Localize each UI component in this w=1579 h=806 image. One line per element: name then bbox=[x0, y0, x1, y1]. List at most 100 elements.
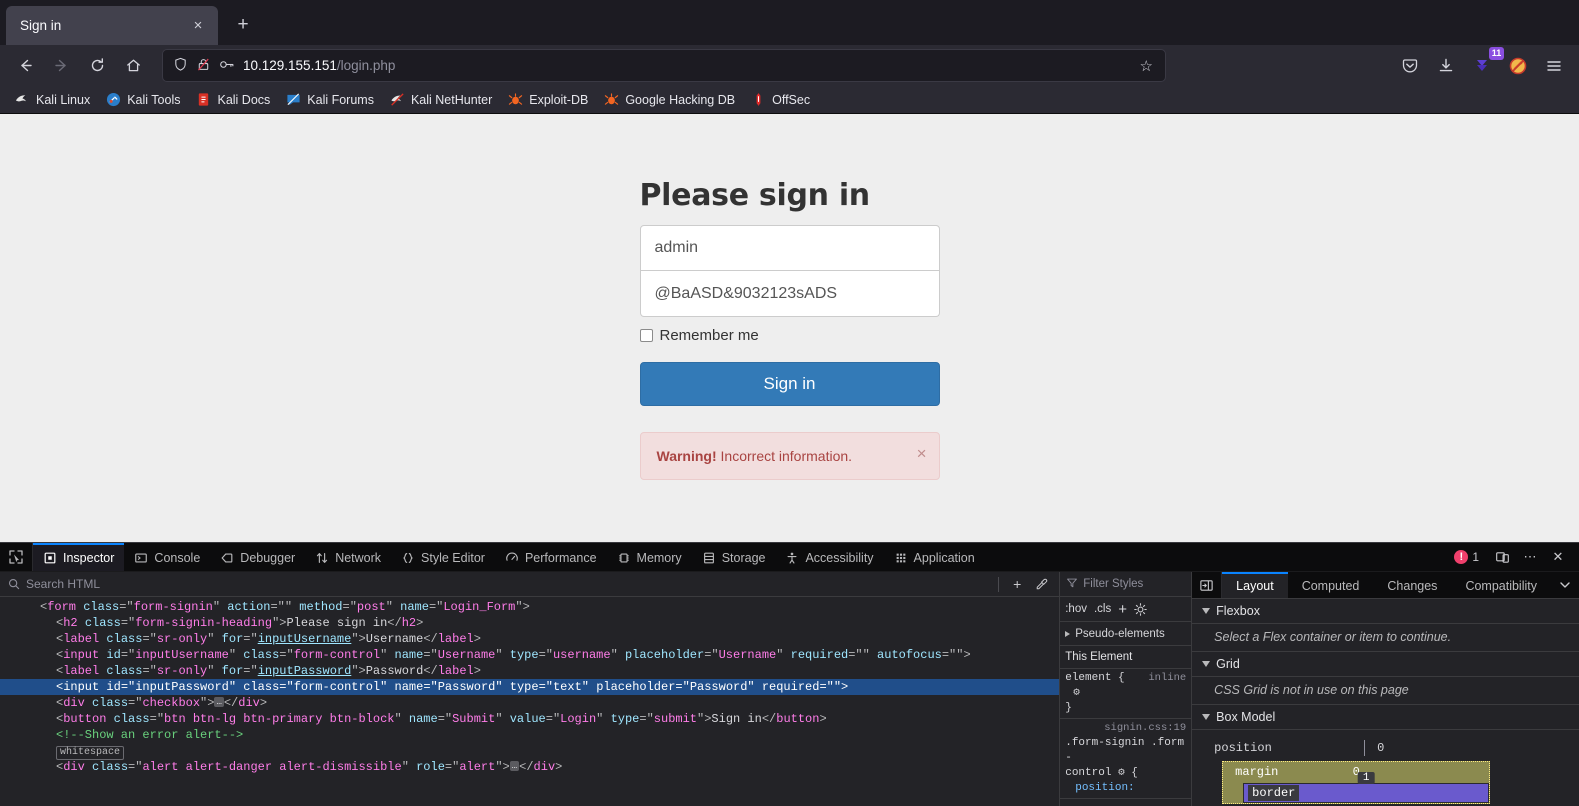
devtools-tab-application[interactable]: Application bbox=[884, 543, 985, 571]
markup-line[interactable]: <input id="inputUsername" class="form-co… bbox=[0, 647, 1059, 663]
app-menu-icon[interactable] bbox=[1537, 50, 1571, 82]
bookmark-kali-linux[interactable]: Kali Linux bbox=[8, 89, 97, 110]
broken-lock-icon[interactable] bbox=[196, 57, 211, 75]
bookmark-offsec[interactable]: OffSec bbox=[744, 89, 817, 110]
bookmark-kali-nethunter[interactable]: Kali NetHunter bbox=[383, 89, 499, 110]
close-tab-icon[interactable]: × bbox=[188, 16, 208, 36]
signin-button[interactable]: Sign in bbox=[639, 362, 940, 406]
reload-icon[interactable] bbox=[80, 50, 114, 82]
element-rule-source: inline bbox=[1148, 672, 1187, 684]
markup-line[interactable]: <div class="alert alert-danger alert-dis… bbox=[0, 759, 1059, 775]
search-html-placeholder[interactable]: Search HTML bbox=[26, 577, 994, 591]
markup-line[interactable]: <label class="sr-only" for="inputPasswor… bbox=[0, 663, 1059, 679]
markup-punc: " bbox=[401, 760, 417, 774]
shield-icon[interactable] bbox=[173, 57, 188, 75]
extension-downthemall-icon[interactable]: 11 bbox=[1465, 46, 1504, 82]
flexbox-section-body: Select a Flex container or item to conti… bbox=[1192, 624, 1579, 652]
add-rule-button[interactable]: + bbox=[1118, 601, 1127, 618]
markup-line[interactable]: <h2 class="form-signin-heading">Please s… bbox=[0, 615, 1059, 631]
hov-toggle[interactable]: :hov bbox=[1065, 603, 1087, 615]
markup-line[interactable]: <label class="sr-only" for="inputUsernam… bbox=[0, 631, 1059, 647]
css-rule-source[interactable]: signin.css:19 bbox=[1065, 721, 1186, 736]
web-page-content: Please sign in Remember me Sign in Warni… bbox=[0, 114, 1579, 542]
devtools-tab-debugger[interactable]: Debugger bbox=[210, 543, 305, 571]
key-icon[interactable] bbox=[219, 57, 235, 75]
layout-tab-computed[interactable]: Computed bbox=[1288, 572, 1374, 598]
box-model-border-top-value[interactable]: 1 bbox=[1357, 772, 1375, 784]
signin-css-rule[interactable]: signin.css:19 .form-signin .form- contro… bbox=[1060, 719, 1192, 799]
remember-me-checkbox[interactable] bbox=[639, 329, 653, 342]
devtools-tab-storage[interactable]: Storage bbox=[692, 543, 776, 571]
devtools-tab-accessibility[interactable]: Accessibility bbox=[775, 543, 883, 571]
filter-styles-row[interactable]: Filter Styles bbox=[1060, 572, 1192, 597]
markup-line[interactable]: <div class="checkbox">… </div> bbox=[0, 695, 1059, 711]
tab-label: Console bbox=[154, 551, 201, 565]
browser-tab[interactable]: Sign in × bbox=[6, 6, 218, 45]
url-text[interactable]: 10.129.155.151/login.php bbox=[243, 58, 1136, 73]
back-icon[interactable] bbox=[8, 50, 42, 82]
markup-line[interactable]: <!--Show an error alert--> bbox=[0, 727, 1059, 743]
bookmark-kali-forums[interactable]: Kali Forums bbox=[279, 89, 381, 110]
responsive-design-mode-icon[interactable] bbox=[1489, 546, 1515, 568]
markup-line[interactable]: <button class="btn btn-lg btn-primary bt… bbox=[0, 711, 1059, 727]
pocket-icon[interactable] bbox=[1393, 50, 1427, 82]
sidebar-toggle-icon[interactable] bbox=[1192, 572, 1223, 598]
remember-me-row[interactable]: Remember me bbox=[639, 327, 940, 344]
devtools-tab-network[interactable]: Network bbox=[305, 543, 391, 571]
flexbox-section-header[interactable]: Flexbox bbox=[1192, 599, 1579, 624]
forward-icon[interactable] bbox=[44, 50, 78, 82]
css-rule-property[interactable]: position: bbox=[1075, 782, 1134, 794]
url-bar[interactable]: 10.129.155.151/login.php ☆ bbox=[162, 49, 1166, 82]
markup-punc: =" bbox=[128, 696, 143, 710]
devtools-tab-performance[interactable]: Performance bbox=[495, 543, 607, 571]
alert-close-icon[interactable]: × bbox=[917, 445, 927, 462]
bookmark-exploit-db[interactable]: Exploit-DB bbox=[501, 89, 595, 110]
box-model-position-value[interactable]: 0 bbox=[1377, 741, 1384, 755]
filter-styles-placeholder[interactable]: Filter Styles bbox=[1083, 578, 1143, 590]
markup-line[interactable]: whitespace bbox=[0, 743, 1059, 760]
box-model-section-header[interactable]: Box Model bbox=[1192, 705, 1579, 730]
downloads-icon[interactable] bbox=[1429, 50, 1463, 82]
extension-blocked-icon[interactable] bbox=[1501, 50, 1535, 82]
gear-icon[interactable]: ⚙ bbox=[1073, 686, 1080, 701]
markup-punc: =" bbox=[545, 712, 561, 726]
markup-attr: class bbox=[84, 616, 121, 630]
devtools-tab-inspector[interactable]: Inspector bbox=[33, 543, 125, 571]
devtools-tab-console[interactable]: Console bbox=[124, 543, 210, 571]
url-host: 10.129.155.151 bbox=[243, 58, 337, 73]
grid-section-header[interactable]: Grid bbox=[1192, 652, 1579, 677]
element-inline-rule[interactable]: element { inline ⚙ } bbox=[1060, 669, 1192, 719]
eyedropper-icon[interactable] bbox=[1031, 574, 1051, 594]
bookmark-google-hacking-db[interactable]: Google Hacking DB bbox=[597, 89, 742, 110]
markup-line[interactable]: <input id="inputPassword" class="form-co… bbox=[0, 679, 1060, 695]
devtools-tab-memory[interactable]: Memory bbox=[607, 543, 692, 571]
bookmark-label: Kali Tools bbox=[127, 92, 181, 107]
layout-tab-compatibility[interactable]: Compatibility bbox=[1451, 572, 1551, 598]
add-node-icon[interactable]: + bbox=[1007, 574, 1027, 594]
layout-tabs-overflow-icon[interactable] bbox=[1551, 572, 1579, 598]
layout-tab-changes[interactable]: Changes bbox=[1373, 572, 1451, 598]
bookmark-kali-docs[interactable]: Kali Docs bbox=[189, 89, 277, 110]
markup-line[interactable]: <form class="form-signin" action="" meth… bbox=[0, 599, 1059, 615]
devtools-tab-style-editor[interactable]: Style Editor bbox=[391, 543, 495, 571]
devtools-meatball-menu-icon[interactable]: ⋯ bbox=[1517, 546, 1543, 568]
markup-tree[interactable]: <form class="form-signin" action="" meth… bbox=[0, 597, 1060, 806]
gear-icon[interactable]: ⚙ bbox=[1118, 766, 1125, 781]
markup-punc: =" bbox=[142, 664, 157, 678]
layout-tab-layout[interactable]: Layout bbox=[1222, 572, 1288, 598]
element-picker-icon[interactable] bbox=[0, 543, 33, 571]
cls-toggle[interactable]: .cls bbox=[1094, 603, 1111, 615]
username-input[interactable] bbox=[639, 225, 940, 271]
home-icon[interactable] bbox=[116, 50, 150, 82]
bookmark-star-icon[interactable]: ☆ bbox=[1136, 57, 1157, 75]
error-count: 1 bbox=[1472, 550, 1479, 564]
password-input[interactable] bbox=[639, 271, 940, 317]
dark-mode-icon[interactable] bbox=[1154, 603, 1167, 616]
layout-tab-bar: Layout Computed Changes Compatibility bbox=[1192, 572, 1579, 599]
bookmark-kali-tools[interactable]: Kali Tools bbox=[99, 89, 187, 110]
new-tab-icon[interactable]: + bbox=[226, 8, 260, 42]
pseudo-elements-row[interactable]: Pseudo-elements bbox=[1060, 622, 1192, 646]
devtools-close-icon[interactable]: ✕ bbox=[1545, 546, 1571, 568]
light-mode-icon[interactable] bbox=[1134, 602, 1147, 616]
error-count-badge[interactable]: ! 1 bbox=[1454, 550, 1487, 564]
